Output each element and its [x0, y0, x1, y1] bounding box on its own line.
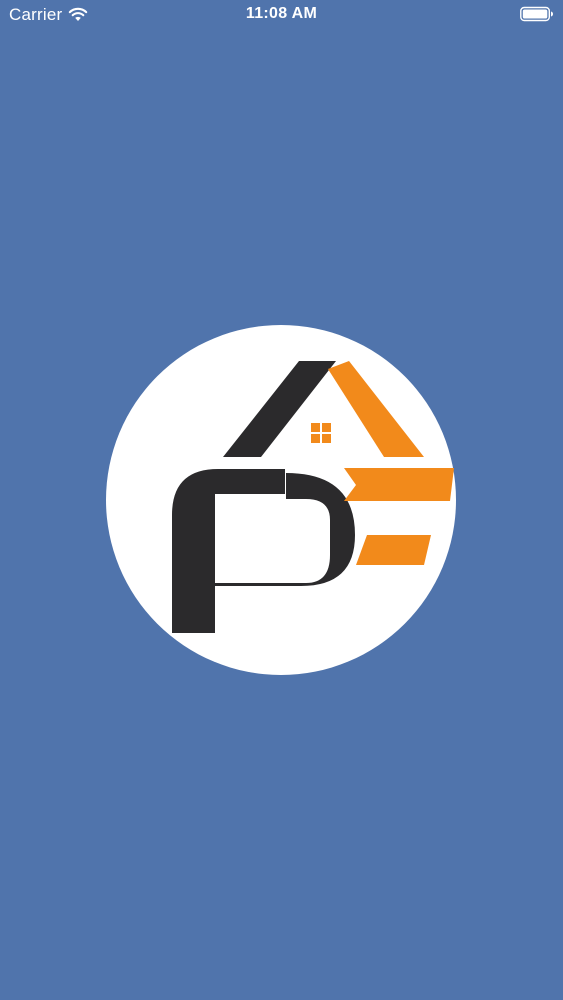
- status-bar: Carrier 11:08 AM: [0, 0, 563, 30]
- pe-house-logo: [106, 325, 456, 675]
- logo-letter-e-bottom: [356, 535, 431, 565]
- status-time: 11:08 AM: [245, 5, 318, 22]
- logo-letter-e-top: [344, 468, 454, 501]
- battery-icon: [520, 6, 553, 22]
